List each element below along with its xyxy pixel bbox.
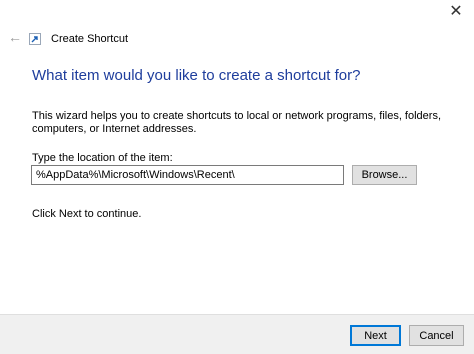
browse-button[interactable]: Browse... — [352, 165, 417, 185]
back-arrow-icon[interactable]: ← — [8, 29, 24, 45]
page-heading: What item would you like to create a sho… — [32, 67, 361, 84]
create-shortcut-dialog: ✕ ← Create Shortcut What item would you … — [0, 0, 474, 354]
next-button[interactable]: Next — [350, 325, 401, 346]
close-icon[interactable]: ✕ — [448, 4, 464, 20]
dialog-footer: Next Cancel — [0, 314, 474, 354]
wizard-title-bar: Create Shortcut — [29, 31, 128, 47]
shortcut-icon — [29, 33, 41, 45]
continue-instruction: Click Next to continue. — [32, 208, 142, 220]
location-input[interactable] — [31, 165, 344, 185]
wizard-description: This wizard helps you to create shortcut… — [32, 110, 442, 135]
window-title: Create Shortcut — [51, 33, 129, 45]
cancel-button[interactable]: Cancel — [409, 325, 464, 346]
location-label: Type the location of the item: — [32, 152, 173, 164]
